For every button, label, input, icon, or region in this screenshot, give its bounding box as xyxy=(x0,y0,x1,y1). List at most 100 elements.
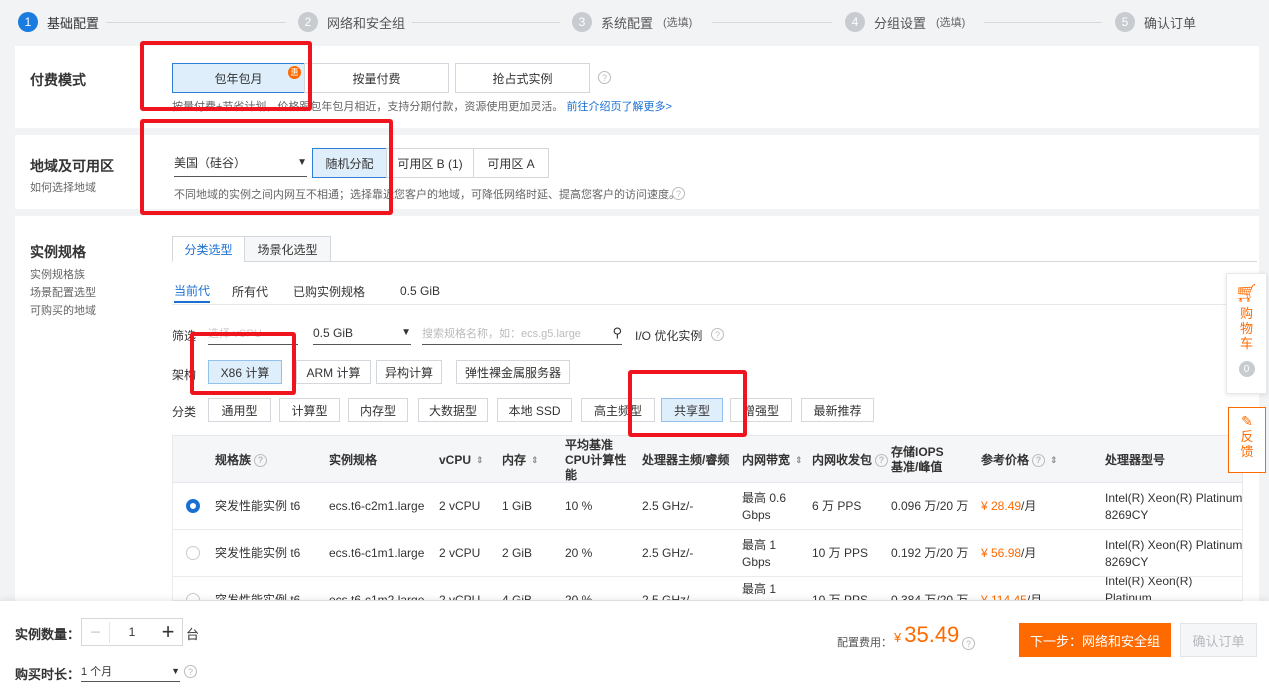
sort-icon[interactable]: ⇕ xyxy=(476,453,484,468)
spec-search-input[interactable]: 搜索规格名称，如：ecs.g5.large ⚲ xyxy=(422,321,622,345)
search-icon[interactable]: ⚲ xyxy=(612,325,622,341)
billing-option-label: 包年包月 xyxy=(214,71,263,86)
category-compute-button[interactable]: 计算型 xyxy=(279,398,340,422)
cart-label-3: 车 xyxy=(1239,336,1253,351)
filter-label: 筛选 xyxy=(172,329,197,343)
cart-label-2: 物 xyxy=(1239,321,1253,336)
billing-subscription-button[interactable]: 包年包月 惠 xyxy=(172,63,305,93)
increment-button[interactable]: + xyxy=(154,619,182,645)
category-high-freq-button[interactable]: 高主频型 xyxy=(581,398,655,422)
quantity-stepper[interactable]: − 1 + xyxy=(81,618,183,646)
category-recommended-button[interactable]: 最新推荐 xyxy=(801,398,874,422)
table-row[interactable]: 突发性能实例 t6 ecs.t6-c1m2.large 2 vCPU 4 GiB… xyxy=(172,577,1243,601)
bottom-bar: 实例数量： − 1 + 台 购买时长： 1 个月 ▼ ? 配置费用： ¥ 35.… xyxy=(0,601,1269,689)
spec-family-link[interactable]: 实例规格族 xyxy=(30,266,85,284)
arch-heterogeneous-button[interactable]: 异构计算 xyxy=(376,360,442,384)
region-note: 不同地域的实例之间内网互不相通；选择靠近您客户的地域，可降低网络时延、提高您客户… xyxy=(174,189,680,201)
col-memory[interactable]: 内存 ⇕ xyxy=(502,436,539,484)
billing-learn-more-link[interactable]: 前往介绍页了解更多> xyxy=(566,101,671,113)
cell-iops: 0.192 万/20 万 xyxy=(891,546,969,560)
quantity-value[interactable]: 1 xyxy=(110,625,154,639)
help-icon[interactable]: ? xyxy=(962,637,975,650)
steps-bar: 1 基础配置 2 网络和安全组 3 系统配置 (选填) 4 分组设置 (选填) … xyxy=(0,0,1269,46)
step-3[interactable]: 3 系统配置 (选填) xyxy=(572,11,692,33)
category-enhanced-button[interactable]: 增强型 xyxy=(730,398,792,422)
help-icon[interactable]: ? xyxy=(672,187,685,200)
cell-cpu-model: Intel(R) Xeon(R) Platinum 8269CY xyxy=(1105,537,1243,569)
row-radio[interactable] xyxy=(186,546,200,560)
decrement-button[interactable]: − xyxy=(82,621,110,643)
sort-icon[interactable]: ⇕ xyxy=(531,453,539,468)
region-select[interactable]: 美国（硅谷） ▼ xyxy=(174,149,307,177)
tab-category-selection[interactable]: 分类选型 xyxy=(172,236,245,262)
subtab-purchased[interactable]: 已购实例规格 xyxy=(293,279,365,303)
price-value: ¥ 114.45 xyxy=(981,593,1027,601)
arch-arm-button[interactable]: ARM 计算 xyxy=(296,360,371,384)
tab-scenario-selection[interactable]: 场景化选型 xyxy=(244,236,331,262)
row-radio[interactable] xyxy=(186,593,200,600)
help-icon[interactable]: ? xyxy=(184,665,197,678)
zone-a-button[interactable]: 可用区 A xyxy=(473,148,549,178)
billing-note: 按量付费+节省计划，价格跟包年包月相近，支持分期付款，资源使用更加灵活。 前往介… xyxy=(172,98,672,114)
category-local-ssd-button[interactable]: 本地 SSD xyxy=(497,398,572,422)
col-vcpu[interactable]: vCPU ⇕ xyxy=(439,436,484,484)
sort-icon[interactable]: ⇕ xyxy=(1050,453,1058,468)
subtab-all-gen[interactable]: 所有代 xyxy=(232,279,268,303)
cart-widget[interactable]: 🛒︎ 购 物 车 0 xyxy=(1226,273,1267,394)
arch-bare-metal-button[interactable]: 弹性裸金属服务器 xyxy=(456,360,570,384)
billing-preemptible-button[interactable]: 抢占式实例 xyxy=(455,63,590,93)
help-icon[interactable]: ? xyxy=(1032,453,1046,467)
cell-freq: 2.5 GHz/- xyxy=(642,499,694,513)
header-label: 内网收发包 xyxy=(812,452,873,467)
category-general-button[interactable]: 通用型 xyxy=(208,398,271,422)
spec-scenario-link[interactable]: 场景配置选型 xyxy=(30,284,96,302)
help-icon[interactable]: ? xyxy=(711,328,724,341)
cost-label: 配置费用： xyxy=(837,637,892,649)
col-bandwidth[interactable]: 内网带宽 ⇕ xyxy=(742,436,803,484)
cell-pps: 6 万 PPS xyxy=(812,499,862,513)
arch-x86-button[interactable]: X86 计算 xyxy=(208,360,282,384)
step-4[interactable]: 4 分组设置 (选填) xyxy=(845,11,965,33)
col-pps[interactable]: 内网收发包? xyxy=(812,436,889,484)
help-icon[interactable]: ? xyxy=(254,453,268,467)
step-optional: (选填) xyxy=(663,17,693,29)
cell-spec: ecs.t6-c2m1.large xyxy=(329,499,425,513)
region-help-link[interactable]: 如何选择地域 xyxy=(30,179,96,197)
table-row[interactable]: 突发性能实例 t6 ecs.t6-c2m1.large 2 vCPU 1 GiB… xyxy=(172,483,1243,530)
duration-value: 1 个月 xyxy=(81,665,113,678)
cell-family: 突发性能实例 t6 xyxy=(215,546,301,560)
zone-random-button[interactable]: 随机分配 xyxy=(312,148,387,178)
category-shared-button[interactable]: 共享型 xyxy=(661,398,723,422)
step-2[interactable]: 2 网络和安全组 xyxy=(298,11,405,33)
step-1[interactable]: 1 基础配置 xyxy=(18,11,99,33)
row-radio[interactable] xyxy=(186,499,200,513)
cell-spec: ecs.t6-c1m1.large xyxy=(329,546,425,560)
zone-b-button[interactable]: 可用区 B (1) xyxy=(386,148,474,178)
spec-region-link[interactable]: 可购买的地域 xyxy=(30,302,96,320)
duration-select[interactable]: 1 个月 ▼ xyxy=(81,660,180,682)
memory-select[interactable]: 0.5 GiB ▼ xyxy=(313,321,411,345)
category-bigdata-button[interactable]: 大数据型 xyxy=(418,398,488,422)
cell-price: ¥ 114.45 /月 xyxy=(981,577,1042,601)
help-icon[interactable]: ? xyxy=(875,453,889,467)
col-perf: 平均基准CPU计算性能 xyxy=(565,437,627,482)
cell-spec: ecs.t6-c1m2.large xyxy=(329,593,425,601)
billing-payg-button[interactable]: 按量付费 xyxy=(304,63,449,93)
io-optimized-label: I/O 优化实例 xyxy=(635,329,703,343)
feedback-widget[interactable]: ✎ 反 馈 xyxy=(1228,407,1266,473)
edit-icon: ✎ xyxy=(1241,413,1253,429)
category-memory-button[interactable]: 内存型 xyxy=(348,398,408,422)
confirm-order-button[interactable]: 确认订单 xyxy=(1180,623,1257,657)
sort-icon[interactable]: ⇕ xyxy=(795,453,803,468)
help-icon[interactable]: ? xyxy=(598,71,611,84)
subtab-memory[interactable]: 0.5 GiB xyxy=(400,279,440,303)
step-5[interactable]: 5 确认订单 xyxy=(1115,11,1196,33)
table-row[interactable]: 突发性能实例 t6 ecs.t6-c1m1.large 2 vCPU 2 GiB… xyxy=(172,530,1243,577)
cell-price: ¥ 56.98 /月 xyxy=(981,530,1036,577)
step-divider xyxy=(106,22,286,23)
col-price[interactable]: 参考价格? ⇕ xyxy=(981,436,1058,484)
subtab-current-gen[interactable]: 当前代 xyxy=(174,279,211,303)
cell-vcpu: 2 vCPU xyxy=(439,546,481,560)
cpu-select[interactable]: 选择 vCPU xyxy=(208,321,298,345)
next-step-button[interactable]: 下一步：网络和安全组 xyxy=(1019,623,1171,657)
